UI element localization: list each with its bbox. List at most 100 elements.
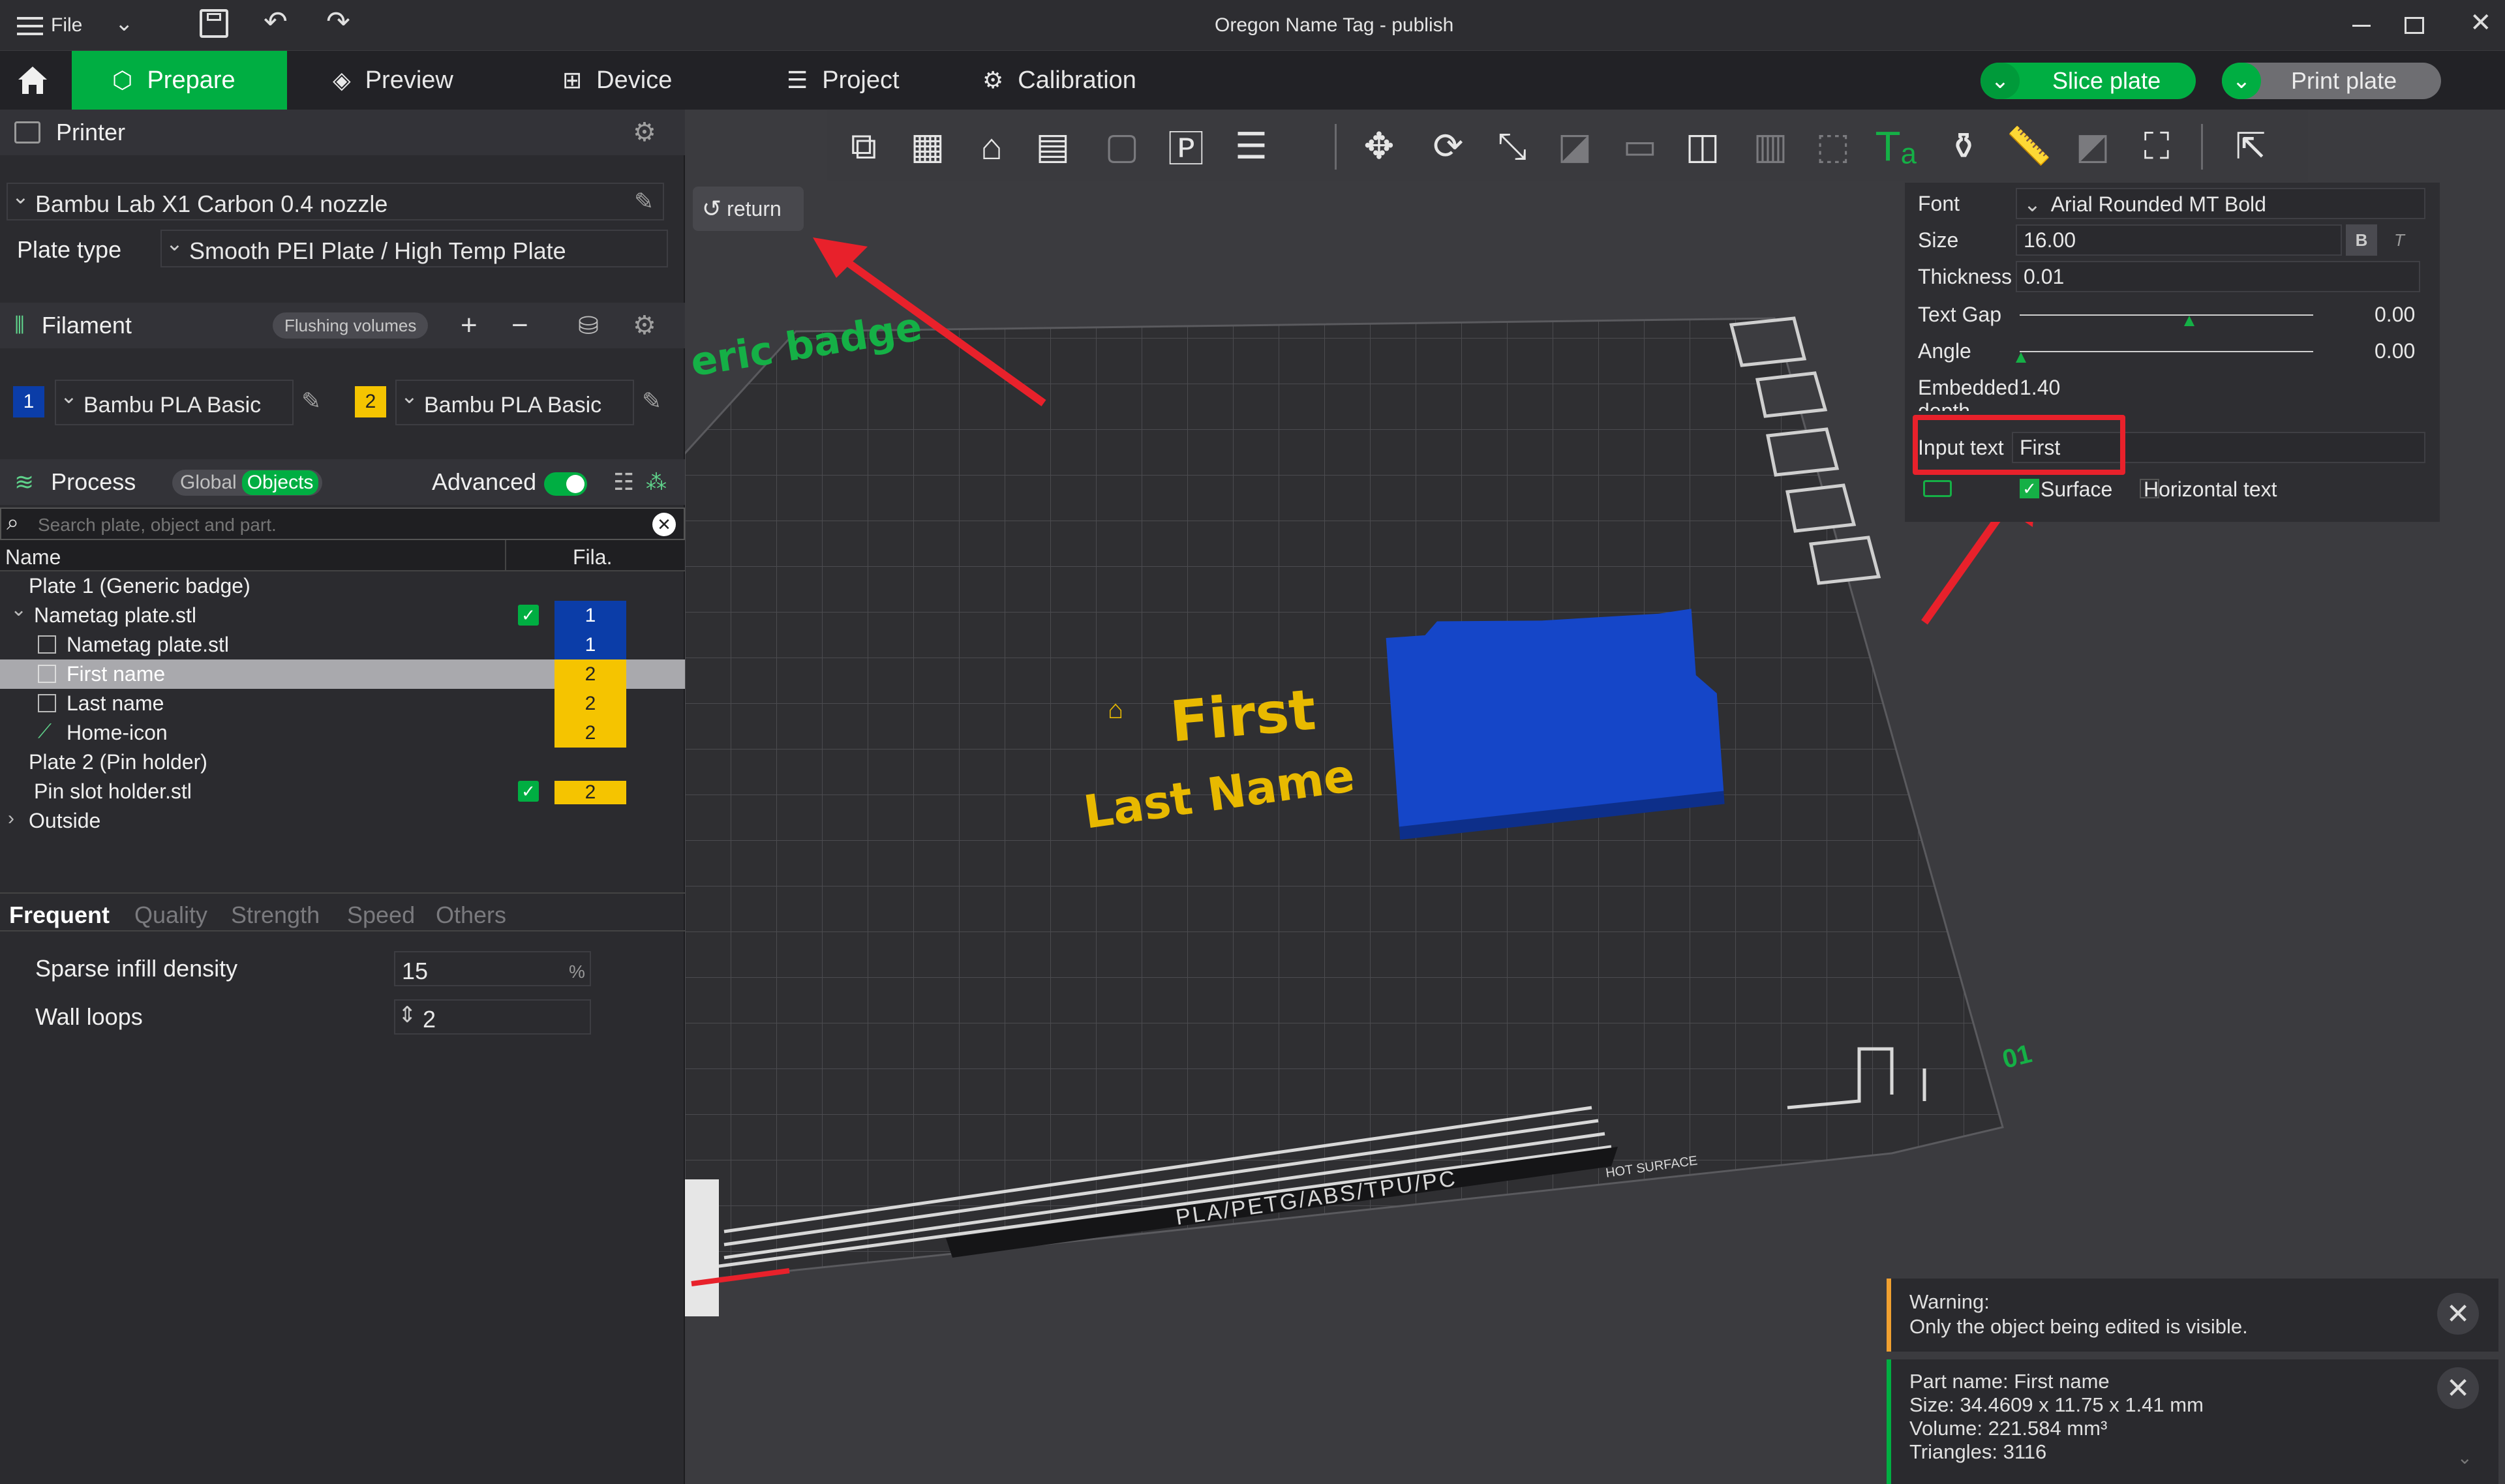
tab-preview[interactable]: ◈ Preview [313, 51, 473, 110]
edit-icon[interactable]: ✎ [634, 188, 654, 215]
wall-loops-stepper[interactable]: ⇕ 2 [394, 999, 591, 1035]
measure-icon[interactable]: 📏 [2001, 119, 2056, 174]
stepper-icon[interactable]: ⇕ [398, 1002, 417, 1028]
global-option[interactable]: Global [180, 472, 237, 494]
tree-object-nametag[interactable]: ⌄ Nametag plate.stl ✓ 1 [0, 598, 685, 630]
color-paint-icon[interactable]: ⚱ [1936, 119, 1991, 174]
keyboard-icon[interactable] [1923, 480, 1952, 497]
tree-outside[interactable]: › Outside [0, 806, 685, 836]
global-objects-toggle[interactable]: Global Objects [172, 470, 322, 496]
arrange-icon[interactable]: ▤ [1025, 119, 1080, 174]
add-filament-icon[interactable]: + [461, 309, 478, 342]
support-paint-icon[interactable]: ▥ [1743, 119, 1798, 174]
visible-checkbox[interactable]: ✓ [518, 605, 539, 626]
add-plate-icon[interactable]: ▦ [900, 119, 955, 174]
tree-part-nametag[interactable]: Nametag plate.stl 1 [0, 630, 685, 659]
fit-view-icon[interactable]: ⛶ [2129, 119, 2184, 174]
cut-icon[interactable]: ▭ [1613, 119, 1667, 174]
menu-icon[interactable] [17, 14, 43, 37]
tree-plate-2[interactable]: Plate 2 (Pin holder) [0, 748, 685, 777]
thickness-input[interactable]: 0.01 [2016, 261, 2420, 292]
layers-list-icon[interactable]: ☰ [1224, 119, 1279, 174]
embedded-input[interactable]: 1.40 [2020, 376, 2060, 400]
objects-option[interactable]: Objects [241, 470, 319, 495]
tree-part-home-icon[interactable]: ⟋ Home-icon 2 [0, 718, 685, 748]
compare-icon[interactable]: ⁂ [646, 470, 667, 494]
add-object-icon[interactable]: ⧉ [836, 119, 891, 174]
tab-frequent[interactable]: Frequent [9, 901, 110, 929]
assembly-icon[interactable]: ◩ [2065, 119, 2120, 174]
angle-value[interactable]: 0.00 [2375, 339, 2415, 363]
fila-cell[interactable]: 2 [554, 689, 626, 718]
restore-icon[interactable] [2405, 17, 2424, 34]
plate-settings-icon[interactable]: 🄿 [1159, 119, 1213, 174]
name-tag-object[interactable] [1385, 602, 1725, 840]
mesh-boolean-icon[interactable]: ◫ [1675, 119, 1730, 174]
minimize-icon[interactable] [2352, 25, 2371, 27]
home-icon[interactable] [14, 61, 51, 98]
tab-others[interactable]: Others [436, 901, 506, 929]
text-gap-value[interactable]: 0.00 [2375, 303, 2415, 327]
chevron-down-icon[interactable]: ⌄ [115, 10, 134, 37]
clear-search-icon[interactable]: ✕ [652, 513, 676, 536]
file-menu[interactable]: File [51, 14, 82, 37]
tree-part-first-name[interactable]: First name 2 [0, 659, 685, 689]
text-tool-icon[interactable]: Tₐ [1868, 119, 1923, 174]
gear-icon[interactable]: ⚙ [633, 310, 656, 341]
fila-cell[interactable]: 2 [554, 718, 626, 748]
advanced-toggle[interactable] [544, 472, 587, 496]
plate-type-select[interactable]: ⌄ Smooth PEI Plate / High Temp Plate [160, 230, 668, 267]
object-text-first[interactable]: First [1168, 677, 1318, 755]
explode-view-icon[interactable]: ⇱ [2223, 119, 2278, 174]
tab-quality[interactable]: Quality [134, 901, 207, 929]
tree-part-last-name[interactable]: Last name 2 [0, 689, 685, 718]
edit-icon[interactable]: ✎ [301, 387, 321, 415]
search-input[interactable] [38, 514, 625, 536]
close-icon[interactable]: ✕ [2437, 1367, 2479, 1409]
bold-button[interactable]: B [2346, 224, 2377, 256]
close-icon[interactable]: ✕ [2470, 8, 2492, 38]
chevron-down-icon[interactable]: ⌄ [10, 598, 27, 621]
surface-checkbox[interactable]: ✓ [2020, 479, 2039, 498]
edit-icon[interactable]: ✎ [642, 387, 661, 415]
undo-icon[interactable]: ↶ [264, 5, 288, 38]
return-button[interactable]: ↺ return [693, 187, 804, 231]
tab-prepare[interactable]: ⬡ Prepare [72, 51, 287, 110]
angle-slider[interactable] [2020, 351, 2313, 352]
visible-checkbox[interactable]: ✓ [518, 781, 539, 802]
fila-cell[interactable]: 1 [554, 601, 626, 630]
scale-icon[interactable]: ⤡ [1485, 119, 1540, 174]
tab-strength[interactable]: Strength [231, 901, 320, 929]
font-select[interactable]: ⌄ Arial Rounded MT Bold [2016, 188, 2425, 219]
flushing-volumes-button[interactable]: Flushing volumes [273, 312, 429, 339]
object-search[interactable]: ⌕ ✕ [0, 507, 685, 540]
lay-on-face-icon[interactable]: ◪ [1547, 119, 1602, 174]
fila-cell[interactable]: 2 [554, 659, 626, 689]
chevron-right-icon[interactable]: › [8, 808, 14, 830]
tab-calibration[interactable]: ⚙ Calibration [963, 51, 1156, 110]
save-icon[interactable] [200, 9, 228, 38]
filament-1-badge[interactable]: 1 [13, 386, 44, 417]
plate-split-icon[interactable]: ▢ [1095, 119, 1149, 174]
move-icon[interactable]: ✥ [1352, 119, 1406, 174]
sync-filament-icon[interactable]: ⛁ [578, 311, 599, 341]
rotate-icon[interactable]: ⟳ [1421, 119, 1476, 174]
close-icon[interactable]: ✕ [2437, 1293, 2479, 1335]
redo-icon[interactable]: ↷ [326, 5, 350, 38]
print-plate-button[interactable]: ⌄ Print plate [2222, 63, 2441, 99]
list-icon[interactable]: ☷ [613, 468, 634, 496]
tree-object-pin-slot[interactable]: Pin slot holder.stl ✓ 2 [0, 777, 685, 806]
tab-device[interactable]: ⊞ Device [543, 51, 691, 110]
printer-select[interactable]: ⌄ Bambu Lab X1 Carbon 0.4 nozzle ✎ [7, 183, 664, 220]
seam-paint-icon[interactable]: ⬚ [1806, 119, 1860, 174]
tree-plate-1[interactable]: Plate 1 (Generic badge) [0, 571, 685, 601]
filament-1-select[interactable]: ⌄ Bambu PLA Basic [55, 380, 294, 425]
filament-2-select[interactable]: ⌄ Bambu PLA Basic [395, 380, 634, 425]
home-icon[interactable]: ⌂ [1108, 695, 1123, 725]
text-gap-slider[interactable] [2020, 314, 2313, 316]
slice-plate-button[interactable]: ⌄ Slice plate [1981, 63, 2196, 99]
fila-cell[interactable]: 1 [554, 630, 626, 659]
auto-orient-icon[interactable]: ⌂ [964, 119, 1019, 174]
italic-button[interactable]: T [2384, 224, 2415, 256]
sparse-infill-input[interactable]: 15 % [394, 951, 591, 986]
